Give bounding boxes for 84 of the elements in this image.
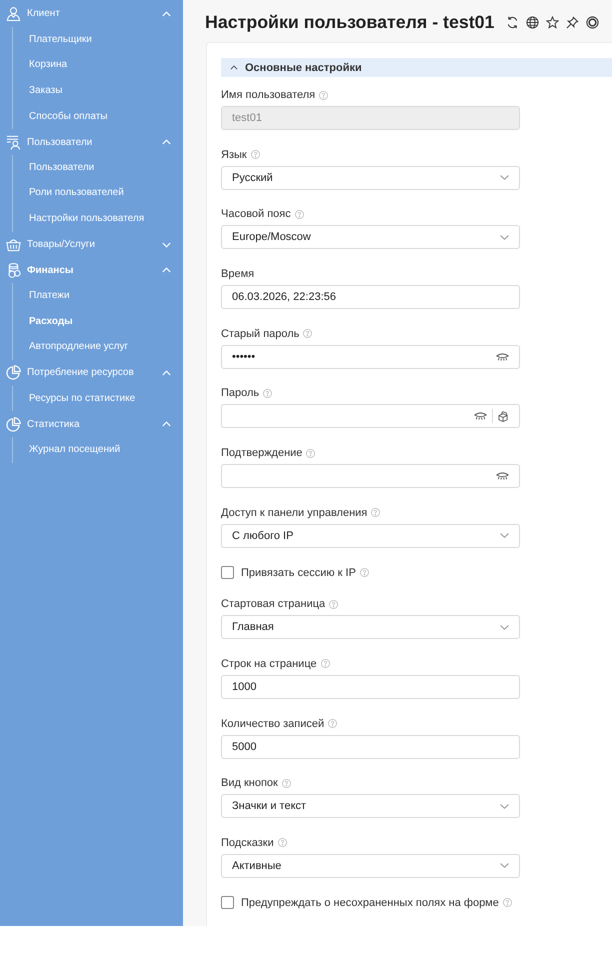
- chevron-down-icon: [500, 624, 509, 630]
- chevron-down-icon: [500, 175, 509, 180]
- sidebar-group[interactable]: Финансы: [0, 257, 183, 284]
- password-field[interactable]: ••••••: [221, 344, 520, 369]
- dropdown[interactable]: Русский: [221, 166, 520, 190]
- sidebar-item[interactable]: Платежи: [29, 283, 183, 309]
- field-label: Имя пользователя: [221, 89, 316, 101]
- help-icon[interactable]: [371, 508, 380, 518]
- sidebar-group[interactable]: Пользователи: [0, 129, 183, 155]
- help-icon[interactable]: [320, 659, 330, 668]
- coins-icon: [6, 262, 21, 278]
- help-icon[interactable]: [303, 329, 312, 338]
- refresh-icon[interactable]: [506, 16, 520, 28]
- dropdown[interactable]: Europe/Moscow: [221, 225, 520, 250]
- help-icon[interactable]: [282, 778, 291, 788]
- eye-closed-icon[interactable]: [474, 412, 487, 420]
- sidebar-group[interactable]: Потребление ресурсов: [0, 360, 183, 386]
- user-icon: [6, 6, 21, 22]
- chevron-down-icon: [500, 533, 509, 538]
- pin-icon[interactable]: [566, 16, 580, 28]
- sidebar-group[interactable]: Клиент: [0, 1, 183, 27]
- chevron-up-icon: [230, 65, 238, 70]
- star-icon[interactable]: [546, 16, 560, 28]
- sidebar-item[interactable]: Корзина: [29, 52, 183, 78]
- input-field[interactable]: 5000: [221, 734, 520, 759]
- help-icon[interactable]: [263, 388, 272, 398]
- dice-icon[interactable]: [498, 410, 509, 422]
- pie-chart-icon: [6, 365, 21, 380]
- field-label: Строк на странице: [221, 658, 317, 670]
- dropdown[interactable]: Значки и текст: [221, 794, 520, 818]
- sidebar-group[interactable]: Статистика: [0, 411, 183, 437]
- section-header[interactable]: Основные настройки: [221, 58, 612, 77]
- field-label: Вид кнопок: [221, 777, 278, 790]
- field-label: Стартовая страница: [221, 598, 326, 610]
- field-label: Старый пароль: [221, 328, 300, 340]
- help-icon[interactable]: [502, 898, 512, 908]
- help-icon[interactable]: [328, 719, 338, 728]
- checkbox[interactable]: [221, 896, 234, 910]
- field-label: Подсказки: [221, 836, 274, 849]
- dropdown[interactable]: Главная: [221, 615, 520, 640]
- sidebar-item[interactable]: Расходы: [29, 308, 183, 334]
- password-field[interactable]: [221, 464, 520, 488]
- lifebuoy-icon[interactable]: [586, 16, 600, 28]
- field-label: Язык: [221, 148, 247, 161]
- sidebar-item[interactable]: Плательщики: [29, 26, 183, 52]
- page-title: Настройки пользователя - test01: [205, 12, 494, 32]
- dropdown[interactable]: Активные: [221, 854, 520, 878]
- help-icon[interactable]: [250, 150, 260, 160]
- sidebar-item[interactable]: Ресурсы по статистике: [29, 386, 183, 412]
- sidebar-item[interactable]: Настройки пользователя: [29, 206, 183, 232]
- sidebar-item[interactable]: Автопродление услуг: [29, 334, 183, 360]
- sidebar-item[interactable]: Пользователи: [29, 154, 183, 180]
- help-icon[interactable]: [278, 838, 287, 848]
- field-label: Время: [221, 268, 254, 280]
- chevron-down-icon: [500, 863, 509, 868]
- help-icon[interactable]: [329, 600, 338, 609]
- help-icon[interactable]: [306, 448, 316, 458]
- eye-closed-icon[interactable]: [496, 352, 509, 361]
- input-field[interactable]: 1000: [221, 674, 520, 699]
- checkbox-label: Привязать сессию к IP: [241, 566, 356, 578]
- sidebar-group[interactable]: Товары/Услуги: [0, 232, 183, 258]
- pie-chart-icon: [6, 416, 21, 432]
- eye-closed-icon[interactable]: [496, 472, 509, 480]
- basket-icon: [6, 237, 21, 252]
- globe-icon[interactable]: [526, 16, 540, 28]
- field-label: Пароль: [221, 387, 260, 400]
- field-label: Часовой пояс: [221, 208, 291, 220]
- dropdown[interactable]: С любого IP: [221, 524, 520, 548]
- field-label: Доступ к панели управления: [221, 506, 368, 519]
- field-label: Количество записей: [221, 718, 324, 730]
- help-icon[interactable]: [360, 568, 369, 577]
- field-label: Подтверждение: [221, 447, 302, 460]
- user-list-icon: [6, 134, 21, 150]
- sidebar-item[interactable]: Роли пользователей: [29, 180, 183, 206]
- input-field[interactable]: 06.03.2026, 22:23:56: [221, 285, 520, 310]
- checkbox-label: Предупреждать о несохраненных полях на форме: [241, 896, 499, 909]
- sidebar-item[interactable]: Заказы: [29, 78, 183, 104]
- checkbox[interactable]: [221, 566, 234, 579]
- sidebar-item[interactable]: Журнал посещений: [29, 436, 183, 463]
- sidebar-item[interactable]: Способы оплаты: [29, 104, 183, 130]
- help-icon[interactable]: [294, 210, 304, 219]
- chevron-down-icon: [500, 234, 509, 240]
- chevron-down-icon: [500, 804, 509, 809]
- password-field[interactable]: [221, 404, 520, 428]
